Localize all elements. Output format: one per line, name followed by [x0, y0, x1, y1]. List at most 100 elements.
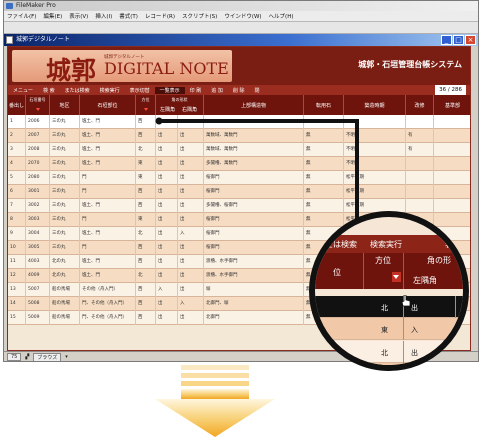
- menu-scripts[interactable]: スクリプト(S): [182, 12, 217, 20]
- header-part[interactable]: 石垣部位: [80, 95, 136, 115]
- table-row[interactable]: 6 3001 三の丸門西出出桜御門無松平前期: [8, 185, 470, 199]
- row-stone-no[interactable]: 2008: [26, 143, 50, 157]
- row-right-corner[interactable]: 出: [178, 171, 204, 185]
- row-ref[interactable]: [434, 129, 470, 143]
- header-ref[interactable]: 基準部: [434, 95, 470, 115]
- row-right-corner[interactable]: 出: [178, 269, 204, 283]
- row-no[interactable]: 2: [8, 129, 26, 143]
- row-left-corner[interactable]: 出: [156, 255, 178, 269]
- row-right-corner[interactable]: 入: [178, 227, 204, 241]
- row-stone-no[interactable]: 4003: [26, 255, 50, 269]
- row-left-corner[interactable]: 出: [156, 241, 178, 255]
- row-right-corner[interactable]: 出: [178, 255, 204, 269]
- row-direction[interactable]: 西: [136, 199, 156, 213]
- header-corner[interactable]: 角の形状 左隅角 右隅角: [156, 95, 204, 115]
- row-ref[interactable]: [434, 115, 470, 129]
- row-upper[interactable]: 北御門、塀: [204, 297, 304, 311]
- row-part[interactable]: 門: [80, 185, 136, 199]
- row-right-corner[interactable]: 出: [178, 185, 204, 199]
- row-upper[interactable]: 塀: [204, 283, 304, 297]
- row-left-corner[interactable]: 出: [156, 185, 178, 199]
- header-spolia[interactable]: 転用石: [304, 95, 344, 115]
- row-area[interactable]: 三の丸: [50, 213, 80, 227]
- row-left-corner[interactable]: 出: [156, 199, 178, 213]
- row-stone-no[interactable]: 3005: [26, 241, 50, 255]
- row-direction[interactable]: 北: [136, 227, 156, 241]
- row-era[interactable]: 松平前期: [344, 185, 406, 199]
- row-right-corner[interactable]: 出: [178, 129, 204, 143]
- row-left-corner[interactable]: 出: [156, 157, 178, 171]
- row-stone-no[interactable]: 3003: [26, 213, 50, 227]
- row-upper[interactable]: 桜御門: [204, 227, 304, 241]
- minimize-button[interactable]: _: [441, 35, 452, 45]
- row-no[interactable]: 8: [8, 213, 26, 227]
- row-part[interactable]: 門、その他（舟入門）: [80, 311, 136, 325]
- row-no[interactable]: 4: [8, 157, 26, 171]
- row-repair[interactable]: [406, 171, 434, 185]
- header-era[interactable]: 築造時期: [344, 95, 406, 115]
- row-stone-no[interactable]: 5008: [26, 297, 50, 311]
- row-direction[interactable]: 西: [136, 255, 156, 269]
- row-part[interactable]: 塩土、門: [80, 129, 136, 143]
- row-left-corner[interactable]: 出: [156, 129, 178, 143]
- row-no[interactable]: 7: [8, 199, 26, 213]
- row-repair[interactable]: [406, 157, 434, 171]
- row-no[interactable]: 11: [8, 255, 26, 269]
- row-area[interactable]: 三の丸: [50, 143, 80, 157]
- row-left-corner[interactable]: 出: [156, 213, 178, 227]
- row-part[interactable]: 塩土、門: [80, 269, 136, 283]
- row-area[interactable]: 三の丸: [50, 115, 80, 129]
- row-upper[interactable]: 桜御門: [204, 185, 304, 199]
- row-no[interactable]: 5: [8, 171, 26, 185]
- row-upper[interactable]: [204, 115, 304, 129]
- nav-menu[interactable]: メニュー: [8, 87, 38, 94]
- row-ref[interactable]: [434, 185, 470, 199]
- row-repair[interactable]: 有: [406, 143, 434, 157]
- row-direction[interactable]: 北: [136, 269, 156, 283]
- nav-add[interactable]: 追 加: [206, 87, 228, 94]
- table-row[interactable]: 1 2006 三の丸 塩土、門西入: [8, 115, 470, 129]
- row-part[interactable]: 塩土、門: [80, 157, 136, 171]
- row-direction[interactable]: 東: [136, 157, 156, 171]
- menu-records[interactable]: レコード(R): [145, 12, 175, 20]
- mode-selector[interactable]: ブラウズ: [33, 352, 62, 361]
- menu-file[interactable]: ファイル(F): [7, 12, 36, 20]
- row-part[interactable]: 塩土、門: [80, 227, 136, 241]
- row-part[interactable]: その他（舟入門）: [80, 283, 136, 297]
- row-upper[interactable]: 渡櫓、水手御門: [204, 269, 304, 283]
- row-spolia[interactable]: 無: [304, 157, 344, 171]
- nav-toggle-view[interactable]: 表示切替: [125, 87, 155, 94]
- row-part[interactable]: 門: [80, 241, 136, 255]
- row-stone-no[interactable]: 2080: [26, 171, 50, 185]
- row-spolia[interactable]: 無: [304, 185, 344, 199]
- mode-dropdown-icon[interactable]: ▾: [65, 354, 68, 360]
- row-direction[interactable]: 西: [136, 185, 156, 199]
- row-no[interactable]: 10: [8, 241, 26, 255]
- row-upper[interactable]: 桜御門: [204, 171, 304, 185]
- row-stone-no[interactable]: 3001: [26, 185, 50, 199]
- row-left-corner[interactable]: 入: [156, 115, 178, 129]
- row-direction[interactable]: 西: [136, 241, 156, 255]
- row-direction[interactable]: 北: [136, 143, 156, 157]
- row-repair[interactable]: [406, 115, 434, 129]
- nav-or-search[interactable]: または検索: [60, 87, 95, 94]
- row-left-corner[interactable]: 出: [156, 297, 178, 311]
- row-right-corner[interactable]: 出: [178, 143, 204, 157]
- header-direction[interactable]: 方位: [136, 95, 156, 115]
- row-direction[interactable]: 西: [136, 115, 156, 129]
- row-era[interactable]: 不明: [344, 129, 406, 143]
- table-row[interactable]: 3 2008 三の丸 塩土、門北出出萬数域、萬数門無不明有: [8, 143, 470, 157]
- row-repair[interactable]: [406, 185, 434, 199]
- row-upper[interactable]: 北御門: [204, 311, 304, 325]
- row-era[interactable]: 不明: [344, 143, 406, 157]
- row-upper[interactable]: 多聞櫓、萬数門: [204, 157, 304, 171]
- zoom-level[interactable]: 75: [7, 353, 22, 361]
- header-area[interactable]: 地区: [50, 95, 80, 115]
- header-stone-no[interactable]: 石垣番号: [26, 95, 50, 115]
- row-repair[interactable]: 有: [406, 129, 434, 143]
- row-part[interactable]: 門: [80, 213, 136, 227]
- row-area[interactable]: 船の馬場: [50, 283, 80, 297]
- row-direction[interactable]: 西: [136, 283, 156, 297]
- row-left-corner[interactable]: 出: [156, 311, 178, 325]
- row-right-corner[interactable]: 出: [178, 311, 204, 325]
